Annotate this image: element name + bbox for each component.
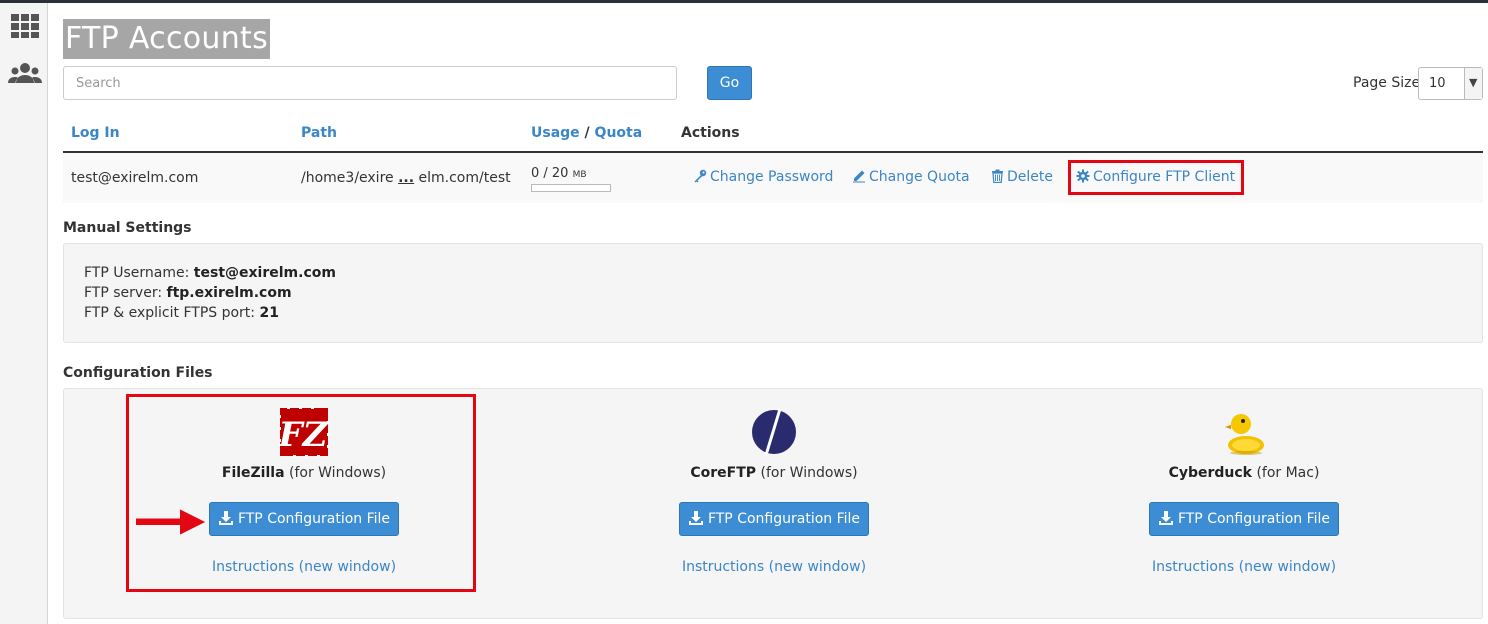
row-usage-unit: MB [572, 170, 587, 180]
row-path-start: /home3/exire [301, 170, 394, 186]
manual-settings-panel: FTP Username: test@exirelm.com FTP serve… [63, 243, 1483, 343]
ftp-username-label: FTP Username: [84, 265, 190, 281]
ftp-port-line: FTP & explicit FTPS port: 21 [84, 305, 279, 321]
manual-settings-title: Manual Settings [63, 220, 192, 236]
coreftp-instructions-link[interactable]: Instructions (new window) [624, 559, 924, 575]
page-size-dropdown-toggle[interactable]: ▼ [1464, 68, 1482, 99]
configuration-files-title: Configuration Files [63, 365, 213, 381]
key-icon [694, 169, 707, 183]
page-size-value: 10 [1429, 76, 1446, 91]
header-separator: / [584, 125, 590, 141]
sidebar [0, 3, 48, 624]
trash-icon [992, 169, 1003, 184]
search-input[interactable] [63, 66, 677, 100]
download-icon [1158, 511, 1173, 525]
client-coreftp: CoreFTP (for Windows) FTP Configuration … [624, 389, 924, 620]
row-usage: 0 / 20 MB [531, 166, 587, 181]
row-login: test@exirelm.com [71, 170, 199, 186]
column-header-login[interactable]: Log In [71, 125, 120, 141]
pencil-icon [853, 170, 865, 183]
ftp-server-label: FTP server: [84, 285, 163, 301]
cyberduck-logo-icon [1225, 414, 1264, 455]
row-usage-value: 0 / 20 [531, 166, 569, 181]
change-quota-label: Change Quota [869, 169, 970, 185]
change-password-link[interactable]: Change Password [693, 169, 833, 185]
client-name-label: Cyberduck [1168, 465, 1252, 481]
page-size-select[interactable]: 10 ▼ [1418, 67, 1483, 100]
column-header-usage-quota: Usage / Quota [531, 125, 642, 141]
column-header-usage[interactable]: Usage [531, 125, 580, 141]
users-group-icon[interactable] [8, 61, 42, 87]
change-password-label: Change Password [710, 169, 834, 185]
client-name-label: CoreFTP [690, 465, 757, 481]
ftp-port-label: FTP & explicit FTPS port: [84, 305, 256, 321]
coreftp-download-button[interactable]: FTP Configuration File [679, 502, 869, 536]
path-expand-ellipsis[interactable]: ... [398, 170, 414, 186]
delete-link[interactable]: Delete [991, 169, 1053, 185]
main-content: FTP Accounts Go Page Size 10 ▼ Log In Pa… [48, 3, 1488, 624]
client-name: CoreFTP (for Windows) [624, 465, 924, 481]
download-icon [688, 511, 703, 525]
usage-progress-bar [531, 184, 611, 192]
client-cyberduck: Cyberduck (for Mac) FTP Configuration Fi… [1094, 389, 1394, 620]
page-size-label: Page Size [1353, 75, 1421, 91]
row-path: /home3/exire ... elm.com/test [301, 170, 511, 186]
ftp-port-value: 21 [259, 305, 279, 321]
go-button[interactable]: Go [707, 66, 752, 100]
red-arrow-icon [136, 509, 206, 535]
column-header-quota[interactable]: Quota [595, 125, 643, 141]
page-title: FTP Accounts [63, 19, 271, 59]
change-quota-link[interactable]: Change Quota [852, 169, 970, 185]
ftp-username-line: FTP Username: test@exirelm.com [84, 265, 336, 281]
chevron-down-icon: ▼ [1469, 76, 1478, 89]
download-button-label: FTP Configuration File [707, 511, 861, 527]
client-platform-label: (for Windows) [760, 465, 858, 481]
coreftp-logo-icon [752, 408, 796, 456]
cyberduck-download-button[interactable]: FTP Configuration File [1149, 502, 1339, 536]
configure-highlight-box [1068, 160, 1244, 195]
cyberduck-instructions-link[interactable]: Instructions (new window) [1094, 559, 1394, 575]
ftp-username-value: test@exirelm.com [193, 265, 336, 281]
filezilla-highlight-box [126, 394, 476, 592]
apps-grid-icon[interactable] [10, 13, 40, 39]
download-button-label: FTP Configuration File [1177, 511, 1331, 527]
column-header-actions: Actions [681, 125, 740, 141]
client-platform-label: (for Mac) [1256, 465, 1320, 481]
client-name: Cyberduck (for Mac) [1094, 465, 1394, 481]
ftp-server-line: FTP server: ftp.exirelm.com [84, 285, 292, 301]
row-path-end: elm.com/test [418, 170, 511, 186]
ftp-server-value: ftp.exirelm.com [166, 285, 292, 301]
delete-label: Delete [1007, 169, 1053, 185]
column-header-path[interactable]: Path [301, 125, 337, 141]
